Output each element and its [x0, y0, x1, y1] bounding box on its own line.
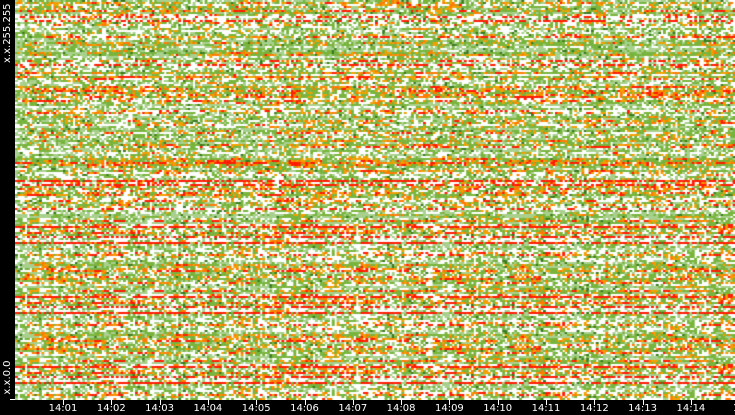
- x-tick-label: 14:10: [483, 403, 513, 414]
- x-tick-label: 14:08: [386, 403, 416, 414]
- x-tick-label: 14:06: [290, 403, 319, 414]
- x-tick-label: 14:11: [531, 403, 561, 414]
- heatmap-cells: [15, 0, 735, 400]
- x-tick-label: 14:02: [96, 403, 126, 414]
- y-axis: x.x.255.255 x.x.0.0: [0, 0, 15, 400]
- x-tick-label: 14:12: [579, 403, 609, 414]
- x-axis: 14:01 14:02 14:03 14:04 14:05 14:06 14:07 14:08…: [15, 400, 735, 415]
- y-label-top: x.x.255.255: [2, 3, 13, 63]
- x-tick-label: 14:07: [338, 403, 368, 414]
- x-tick-label: 14:05: [241, 403, 271, 414]
- x-tick-label: 14:01: [48, 403, 78, 414]
- heatmap-chart: x.x.255.255 x.x.0.0 14:01 14:02 14:03 14:04…: [0, 0, 735, 415]
- x-tick-label: 14:03: [145, 403, 175, 414]
- x-tick-label: 14:04: [193, 403, 223, 414]
- plot-area[interactable]: [15, 0, 735, 400]
- x-tick-label: 14:09: [434, 403, 464, 414]
- y-label-bottom: x.x.0.0: [2, 360, 13, 395]
- x-tick-label: 14:13: [628, 403, 658, 414]
- x-tick-label: 14:14: [676, 403, 706, 414]
